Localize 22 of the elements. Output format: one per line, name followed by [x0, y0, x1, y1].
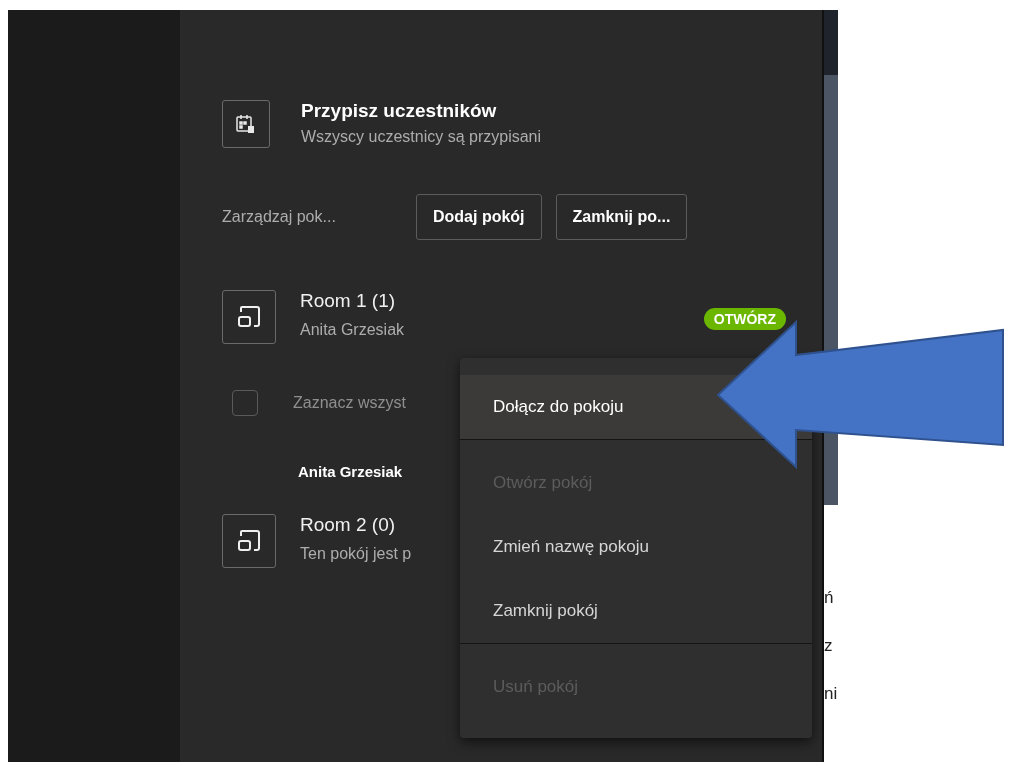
select-all-label: Zaznacz wszyst [293, 394, 406, 412]
room-icon [222, 290, 276, 344]
cut-text: z [824, 635, 834, 657]
member-name[interactable]: Anita Grzesiak [298, 462, 403, 482]
menu-item[interactable]: Zmień nazwę pokoju [460, 515, 812, 579]
cut-text: ni [824, 683, 838, 705]
cut-text: ń [824, 587, 835, 609]
room-name[interactable]: Room 1 (1) [300, 288, 405, 314]
room-subtitle: Ten pokój jest p [300, 544, 412, 564]
panel-subtitle: Wszyscy uczestnicy są przypisani [301, 127, 542, 147]
room-icon [222, 514, 276, 568]
room-subtitle: Anita Grzesiak [300, 320, 405, 340]
manage-rooms-label[interactable]: Zarządzaj pok... [222, 208, 416, 226]
toolbar-button[interactable]: Zamknij po... [555, 194, 688, 240]
menu-item[interactable]: Zamknij pokój [460, 579, 812, 643]
assign-icon[interactable] [222, 100, 270, 148]
app-header-strip [824, 10, 838, 75]
checkbox[interactable] [232, 390, 258, 416]
panel-title: Przypisz uczestników [301, 99, 498, 123]
status-badge: OTWÓRZ [703, 308, 786, 330]
room-name[interactable]: Room 2 (0) [300, 512, 412, 538]
toolbar-button[interactable]: Dodaj pokój [416, 194, 542, 240]
